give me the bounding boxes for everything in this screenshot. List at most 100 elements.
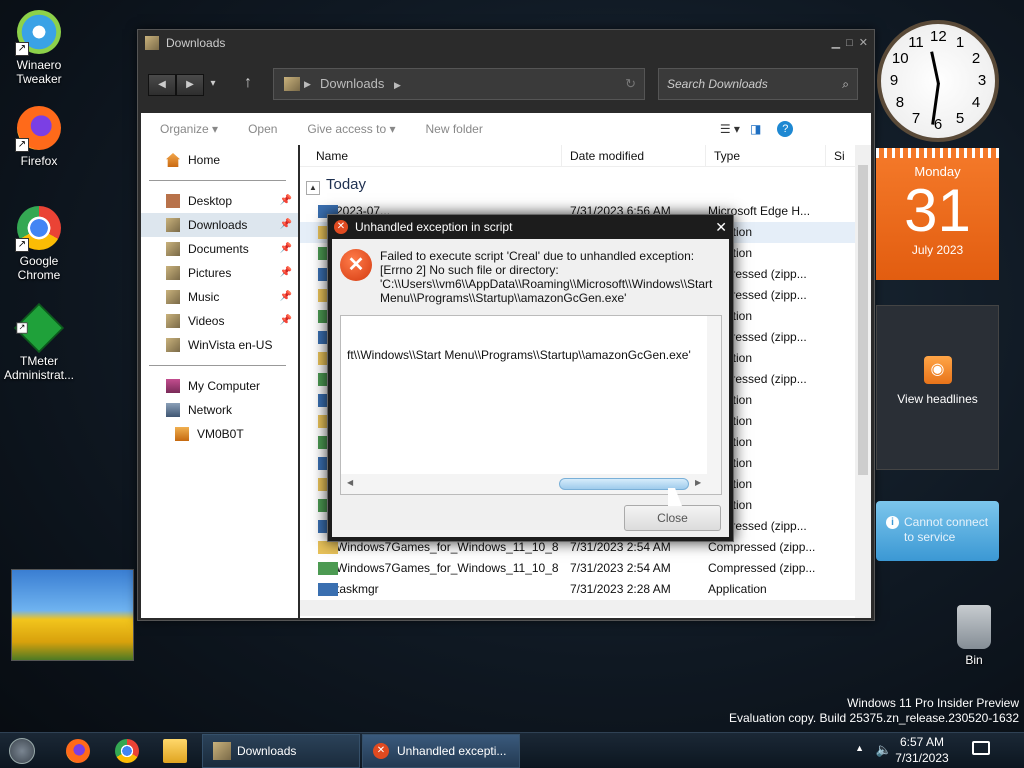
pin-icon[interactable]: 📌 [280,189,292,213]
weather-gadget[interactable]: i Cannot connect to service [876,501,999,561]
horizontal-scrollbar[interactable] [300,600,855,616]
pin-icon[interactable]: 📌 [280,285,292,309]
desktop-icon-bin[interactable]: Bin [944,605,1004,667]
forward-button[interactable]: ▶ [176,74,204,96]
nav-item-label: Downloads [188,218,248,232]
horizontal-scrollbar[interactable]: ◀ ▶ [341,474,721,494]
firefox-icon[interactable] [66,739,90,763]
pin-icon[interactable]: 📌 [280,309,292,333]
nav-item-label: Pictures [188,266,232,280]
back-button[interactable]: ◀ [148,74,176,96]
group-label: Today [326,176,367,193]
calendar-day: 31 [904,177,971,244]
dialog-title: Unhandled exception in script [355,220,513,234]
clock-time[interactable]: 6:57 AM [892,735,952,749]
view-options-icon[interactable]: ☰ ▾ [720,122,740,136]
photo-gadget[interactable] [11,569,134,661]
start-button[interactable] [9,738,35,764]
open-button[interactable]: Open [248,122,277,136]
up-arrow-icon[interactable]: ↑ [244,74,252,92]
refresh-icon[interactable]: ↻ [625,69,636,99]
nav-item-pictures[interactable]: Pictures 📌 [141,261,298,285]
table-row[interactable]: taskmgr 7/31/2023 2:28 AM Application [300,579,871,600]
nav-item-home[interactable]: Home [141,148,298,172]
chevron-right-icon: ▶ [304,79,311,89]
rss-gadget[interactable]: ◉ View headlines [876,305,999,470]
organize-label: Organize [160,122,209,136]
taskbar-task-exception[interactable]: ✕ Unhandled excepti... [362,734,520,768]
close-button[interactable]: Close [624,505,721,531]
close-icon[interactable]: ✕ [859,30,868,56]
nav-item-label: Desktop [188,194,233,208]
organize-button[interactable]: Organize ▾ [160,122,218,136]
help-icon[interactable]: ? [777,121,794,137]
clock-date[interactable]: 7/31/2023 [892,751,952,765]
collapse-icon[interactable]: ▲ [306,181,320,195]
nav-item-label: Videos [188,314,225,328]
file-icon [318,562,338,575]
clock-numeral: 5 [955,110,965,128]
clock-hour-hand [930,51,940,85]
recycle-bin-icon [957,605,991,649]
scroll-right-icon[interactable]: ▶ [695,478,701,487]
nav-item-documents[interactable]: Documents 📌 [141,237,298,261]
volume-icon[interactable]: 🔈 [876,742,892,758]
desktop-icon-chrome[interactable]: ↗ Google Chrome [0,206,78,282]
dialog-titlebar[interactable]: ✕ Unhandled exception in script ✕ [328,215,733,239]
column-header-date[interactable]: Date modified [562,145,706,166]
file-name: Windows7Games_for_Windows_11_10_8 [336,561,559,575]
vertical-scrollbar[interactable] [707,316,721,474]
clock-gadget[interactable]: 12 1 2 3 4 5 6 7 8 9 10 11 [877,20,999,142]
navigation-pane: Home Desktop 📌 Downloads 📌 Documents 📌 P… [141,145,298,618]
nav-item-my-computer[interactable]: My Computer [141,374,298,398]
desktop-icon-tmeter[interactable]: ↗ TMeter Administrat... [0,303,78,382]
close-icon[interactable]: ✕ [715,215,727,239]
nav-item-network[interactable]: Network [141,398,298,422]
search-icon[interactable]: ⌕ [842,69,849,99]
scroll-thumb[interactable] [858,165,868,475]
give-access-button[interactable]: Give access to ▾ [307,122,395,136]
new-folder-button[interactable]: New folder [425,122,482,136]
taskbar-task-downloads[interactable]: Downloads [202,734,360,768]
chrome-icon[interactable] [115,739,139,763]
column-header-name[interactable]: Name [300,145,562,166]
nav-item-label: Documents [188,242,249,256]
traceback-textbox[interactable]: ft\\Windows\\Start Menu\\Programs\\Start… [340,315,722,495]
rss-label[interactable]: View headlines [877,392,998,406]
column-header-size[interactable]: Si [826,145,856,166]
pin-icon[interactable]: 📌 [280,261,292,285]
clock-numeral: 8 [895,94,905,111]
nav-item-desktop[interactable]: Desktop 📌 [141,189,298,213]
history-dropdown[interactable]: ▾ [204,74,222,96]
group-header[interactable]: ▲ Today [300,167,871,201]
nav-item-vm[interactable]: VM0B0T [141,422,298,446]
computer-icon [166,379,180,393]
nav-item-music[interactable]: Music 📌 [141,285,298,309]
folder-icon [166,338,180,352]
watermark-line: Windows 11 Pro Insider Preview [847,696,1019,710]
pin-icon[interactable]: 📌 [280,237,292,261]
preview-pane-icon[interactable]: ◨ [750,122,761,136]
explorer-titlebar[interactable]: Downloads ▁ □ ✕ [138,30,874,56]
videos-folder-icon [166,314,180,328]
pin-icon[interactable]: 📌 [280,213,292,237]
address-text: Downloads [320,76,385,91]
table-row[interactable]: Windows7Games_for_Windows_11_10_8 7/31/20… [300,558,871,579]
address-bar[interactable]: ▶ Downloads ▶ ↻ [273,68,645,100]
nav-item-winvista[interactable]: WinVista en-US [141,333,298,357]
calendar-gadget[interactable]: Monday 31 July 2023 [876,148,999,280]
desktop-icon-label: Bin [965,653,983,667]
nav-item-videos[interactable]: Videos 📌 [141,309,298,333]
vertical-scrollbar[interactable] [855,145,871,618]
file-explorer-icon[interactable] [163,739,187,763]
column-header-type[interactable]: Type [706,145,826,166]
nav-item-downloads[interactable]: Downloads 📌 [141,213,298,237]
minimize-icon[interactable]: ▁ [832,30,840,56]
notification-icon[interactable] [972,741,990,755]
scroll-left-icon[interactable]: ◀ [347,478,353,487]
desktop-icon-firefox[interactable]: ↗ Firefox [0,106,78,168]
desktop-icon-winaero[interactable]: ↗ Winaero Tweaker [0,10,78,86]
search-input[interactable]: Search Downloads ⌕ [658,68,858,100]
chevron-up-icon[interactable]: ▲ [855,743,864,753]
maximize-icon[interactable]: □ [846,30,853,56]
